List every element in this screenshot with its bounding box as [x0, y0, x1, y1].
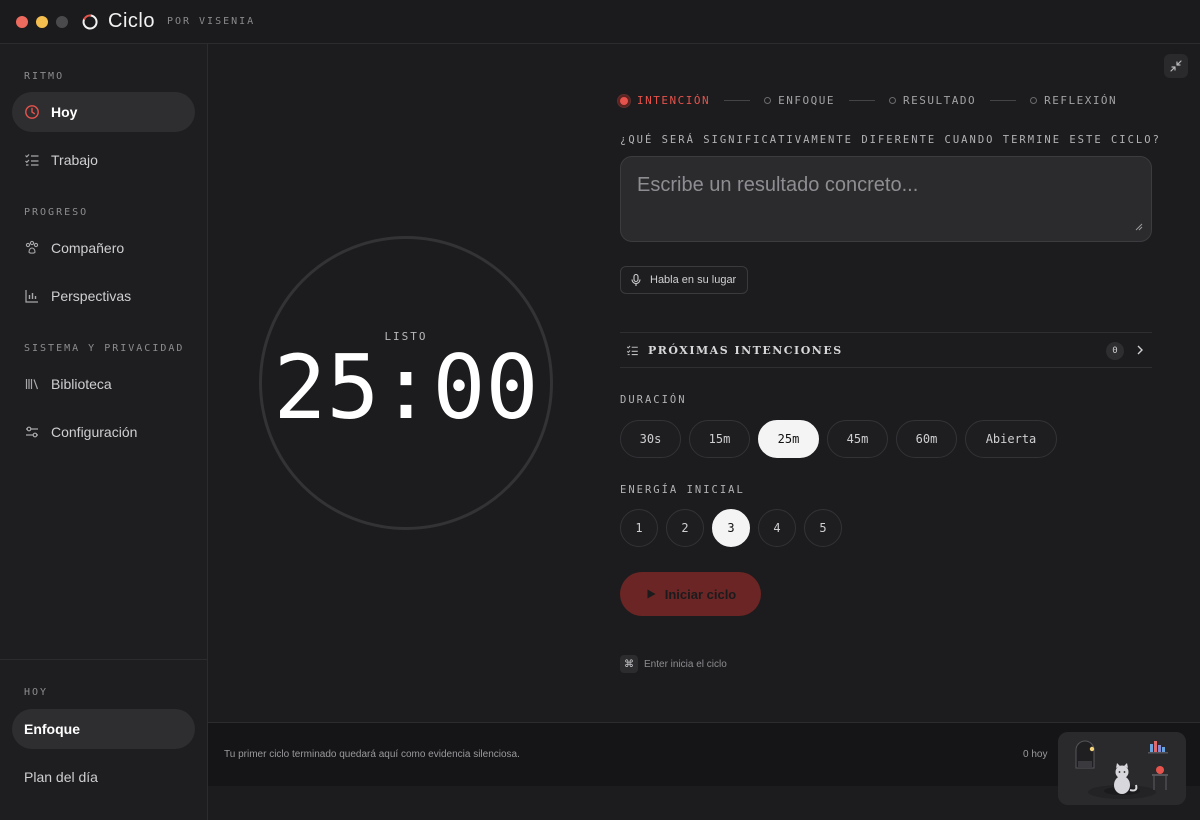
keyboard-hint-text: Enter inicia el ciclo — [644, 658, 727, 670]
companion-scene[interactable] — [1058, 732, 1186, 805]
step-intencion[interactable]: INTENCIÓN — [618, 94, 710, 107]
duration-options: 30s 15m 25m 45m 60m Abierta — [620, 420, 1057, 458]
energy-option-2[interactable]: 2 — [666, 509, 704, 547]
duration-option-45m[interactable]: 45m — [827, 420, 888, 458]
sidebar-item-label: Biblioteca — [51, 376, 112, 392]
timer-display: 25:00 — [273, 336, 539, 439]
sidebar-item-label: Compañero — [51, 240, 125, 256]
energy-option-1[interactable]: 1 — [620, 509, 658, 547]
sidebar-bottom-panel: HOY Enfoque Plan del día — [0, 659, 207, 820]
duration-option-60m[interactable]: 60m — [896, 420, 957, 458]
upcoming-count-badge: 0 — [1106, 342, 1124, 360]
step-dot-icon — [764, 97, 772, 104]
step-label: REFLEXIÓN — [1044, 94, 1118, 107]
energy-option-4[interactable]: 4 — [758, 509, 796, 547]
step-connector — [848, 100, 875, 101]
step-dot-icon — [888, 97, 896, 104]
sidebar-item-label: Hoy — [51, 104, 78, 120]
duration-option-30s[interactable]: 30s — [620, 420, 681, 458]
app-subtitle: POR VISENIA — [166, 16, 256, 27]
duration-option-15m[interactable]: 15m — [689, 420, 750, 458]
sidebar-item-plan-del-dia[interactable]: Plan del día — [12, 757, 195, 797]
play-icon — [647, 589, 656, 599]
sidebar-item-configuracion[interactable]: Configuración — [12, 412, 195, 452]
section-label-progreso: PROGRESO — [24, 207, 89, 218]
collapse-button[interactable] — [1164, 54, 1188, 78]
section-label-ritmo: RITMO — [24, 71, 65, 82]
title-bar: Ciclo POR VISENIA — [0, 0, 1200, 44]
checklist-icon — [626, 345, 638, 355]
voice-input-label: Habla en su lugar — [650, 274, 737, 286]
collapse-icon — [1170, 60, 1182, 72]
energy-label: ENERGÍA INICIAL — [620, 484, 745, 496]
step-connector — [990, 100, 1017, 101]
ciclo-logo-icon — [82, 13, 98, 29]
upcoming-intentions-title: PRÓXIMAS INTENCIONES — [648, 343, 843, 357]
duration-option-25m[interactable]: 25m — [758, 420, 819, 458]
evidence-footer: Tu primer ciclo terminado quedará aquí c… — [208, 722, 1200, 786]
step-label: RESULTADO — [902, 94, 977, 107]
sidebar-item-hoy[interactable]: Hoy — [12, 92, 195, 132]
clock-icon — [24, 104, 40, 120]
zoom-window-button[interactable] — [56, 15, 68, 28]
step-reflexion[interactable]: REFLEXIÓN — [1030, 94, 1117, 107]
footer-message: Tu primer ciclo terminado quedará aquí c… — [224, 749, 520, 760]
intention-input[interactable] — [620, 156, 1152, 242]
cycle-stepper: INTENCIÓN ENFOQUE RESULTADO REFLEXIÓN — [618, 94, 1117, 107]
step-active-dot-icon — [618, 94, 630, 107]
step-dot-icon — [1030, 97, 1038, 104]
companion-cat-illustration-icon — [1058, 732, 1186, 805]
main-content: LISTO 25:00 INTENCIÓN ENFOQUE RESULTADO … — [208, 44, 1200, 722]
energy-option-5[interactable]: 5 — [804, 509, 842, 547]
start-cycle-button[interactable]: Iniciar ciclo — [620, 572, 761, 616]
minimize-window-button[interactable] — [36, 15, 48, 28]
close-window-button[interactable] — [16, 15, 28, 28]
step-resultado[interactable]: RESULTADO — [888, 94, 977, 107]
sidebar-item-perspectivas[interactable]: Perspectivas — [12, 276, 195, 316]
intention-question: ¿QUÉ SERÁ SIGNIFICATIVAMENTE DIFERENTE C… — [620, 134, 1161, 146]
duration-option-abierta[interactable]: Abierta — [965, 420, 1057, 458]
duration-label: DURACIÓN — [620, 394, 687, 406]
start-cycle-label: Iniciar ciclo — [664, 586, 737, 602]
sidebar-item-label: Perspectivas — [51, 288, 132, 304]
sidebar-item-biblioteca[interactable]: Biblioteca — [12, 364, 195, 404]
sidebar-item-label: Configuración — [51, 424, 138, 440]
footer-count: 0 hoy — [1023, 749, 1048, 760]
sidebar-item-enfoque[interactable]: Enfoque — [12, 709, 195, 749]
voice-input-button[interactable]: Habla en su lugar — [620, 266, 749, 294]
bar-chart-icon — [24, 288, 40, 304]
step-label: INTENCIÓN — [637, 94, 711, 107]
app-name: Ciclo — [108, 10, 155, 32]
resize-grip-icon[interactable] — [1134, 222, 1143, 231]
step-label: ENFOQUE — [778, 94, 835, 107]
keyboard-hint: ⌘ Enter inicia el ciclo — [620, 655, 727, 673]
energy-options: 1 2 3 4 5 — [620, 509, 842, 547]
section-label-sistema: SISTEMA Y PRIVACIDAD — [24, 343, 185, 354]
window-controls — [16, 15, 68, 28]
chevron-right-icon — [1137, 345, 1143, 355]
energy-option-3[interactable]: 3 — [712, 509, 750, 547]
sidebar: RITMO Hoy Trabajo PROGRESO Compañero Per… — [0, 44, 208, 820]
upcoming-intentions-toggle[interactable]: PRÓXIMAS INTENCIONES 0 — [620, 332, 1152, 368]
bottom-strip — [208, 786, 1200, 820]
sidebar-item-companero[interactable]: Compañero — [12, 228, 195, 268]
command-key-icon: ⌘ — [620, 655, 638, 673]
step-enfoque[interactable]: ENFOQUE — [764, 94, 835, 107]
section-label-hoy: HOY — [24, 687, 49, 698]
sliders-icon — [24, 424, 40, 440]
library-icon — [24, 376, 40, 392]
sidebar-item-trabajo[interactable]: Trabajo — [12, 140, 195, 180]
checklist-icon — [24, 152, 40, 168]
paw-icon — [24, 240, 40, 256]
sidebar-item-label: Trabajo — [51, 152, 98, 168]
microphone-icon — [631, 273, 641, 286]
step-connector — [724, 100, 751, 101]
